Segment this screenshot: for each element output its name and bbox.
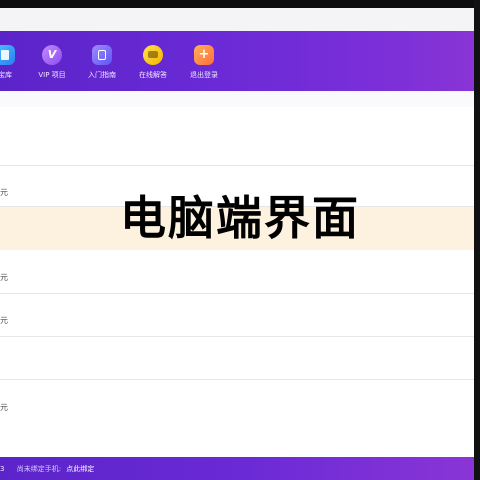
sub-header-strip (0, 91, 480, 107)
nav-item-label: 退出登录 (190, 71, 218, 79)
monitor-bezel (0, 0, 480, 8)
guide-icon (92, 45, 112, 65)
logout-icon (194, 45, 214, 65)
list-row[interactable]: 元 (0, 380, 480, 440)
monitor-bezel-right (474, 0, 480, 480)
phone-status: 尚未绑定手机: (16, 465, 62, 473)
chat-icon (143, 45, 163, 65)
row-text: 元 (0, 403, 8, 412)
row-text: 元 (0, 316, 8, 325)
vip-icon: V (42, 45, 62, 65)
list-row[interactable]: 元 (0, 294, 480, 337)
top-nav-bar: 宝库 V VIP 项目 入门指南 在线解答 退出登录 (0, 31, 480, 91)
list-row[interactable] (0, 107, 480, 166)
nav-item-logout[interactable]: 退出登录 (174, 45, 234, 80)
document-icon (0, 45, 15, 65)
bottom-status-bar: 3 尚未绑定手机: 点此绑定 (0, 457, 480, 480)
footer-text: 3 尚未绑定手机: 点此绑定 (0, 464, 94, 474)
overlay-title: 电脑端界面 (120, 191, 360, 245)
bind-phone-link[interactable]: 点此绑定 (66, 465, 94, 473)
list-row[interactable] (0, 337, 480, 380)
screen: 宝库 V VIP 项目 入门指南 在线解答 退出登录 元 元 元 元 (0, 0, 480, 480)
top-strip (0, 8, 480, 31)
row-text: 元 (0, 273, 8, 282)
footer-prefix: 3 (0, 465, 5, 473)
